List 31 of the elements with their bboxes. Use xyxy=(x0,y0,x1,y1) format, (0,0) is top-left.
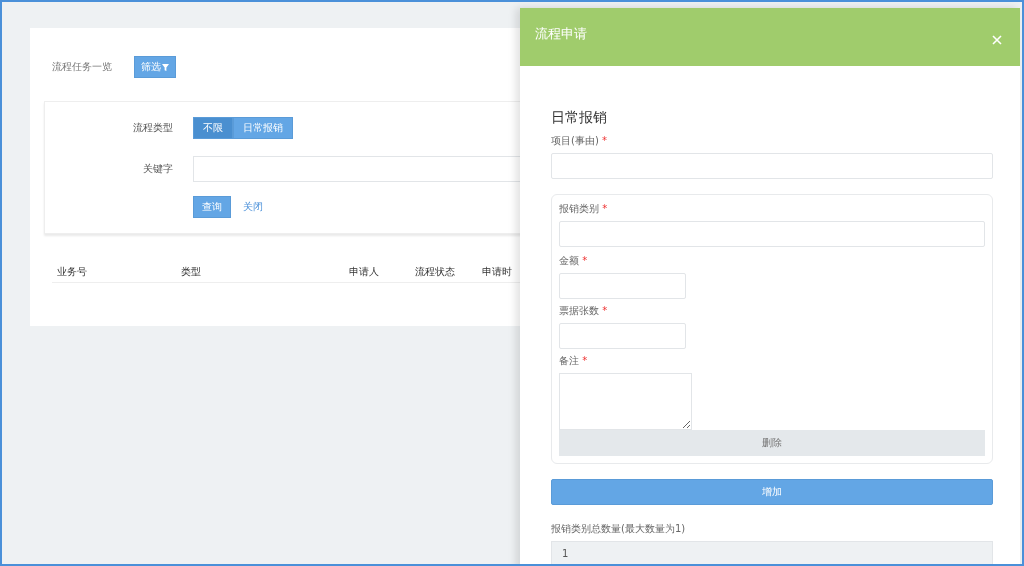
textarea-field[interactable] xyxy=(559,373,692,430)
column-header: 业务号 xyxy=(57,265,87,279)
close-icon[interactable] xyxy=(992,35,1002,45)
input-field[interactable] xyxy=(559,221,985,247)
field-label: 流程类型 xyxy=(132,121,173,135)
input-field[interactable] xyxy=(559,323,686,349)
filter-button[interactable]: 筛选 xyxy=(134,56,176,78)
field-label: 备注 * xyxy=(559,355,589,367)
page-title: 流程任务一览 xyxy=(52,60,112,74)
field-label: 关键字 xyxy=(142,162,173,176)
delete-button[interactable]: 删除 xyxy=(559,430,985,456)
column-header: 申请人 xyxy=(349,265,379,279)
field-label: 报销类别总数量(最大数量为1) xyxy=(551,523,687,535)
type-option[interactable]: 日常报销 xyxy=(233,117,293,139)
type-option[interactable]: 不限 xyxy=(193,117,233,139)
column-header: 申请时 xyxy=(482,265,512,279)
add-button[interactable]: 增加 xyxy=(551,479,993,505)
close-link[interactable]: 关闭 xyxy=(243,200,263,214)
field-label: 票据张数 * xyxy=(559,305,609,317)
form-title: 日常报销 xyxy=(551,108,608,126)
project-field[interactable] xyxy=(551,153,993,179)
search-button[interactable]: 查询 xyxy=(193,196,231,218)
drawer-title: 流程申请 xyxy=(535,25,587,43)
field-label: 报销类别 * xyxy=(559,203,609,215)
column-header: 类型 xyxy=(181,265,201,279)
field-label: 项目(事由) * xyxy=(551,135,608,147)
column-header: 流程状态 xyxy=(415,265,455,279)
input-field[interactable] xyxy=(559,273,686,299)
field-label: 金额 * xyxy=(559,255,589,267)
funnel-icon xyxy=(162,63,169,71)
total-count-field: 1 xyxy=(551,541,993,564)
